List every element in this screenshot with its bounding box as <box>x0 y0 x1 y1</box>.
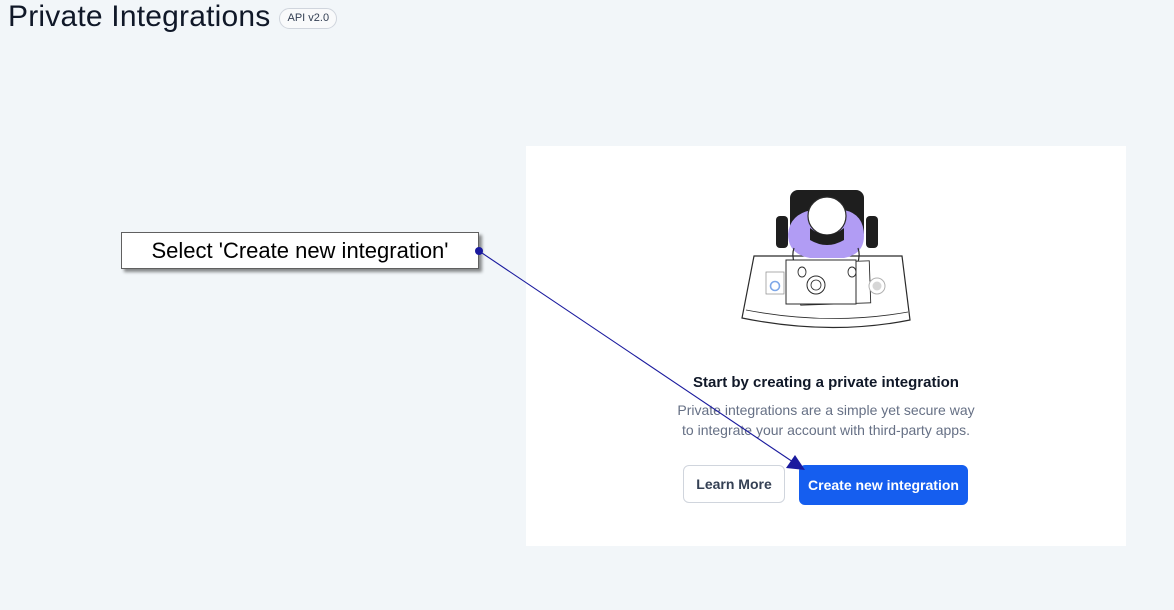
learn-more-button[interactable]: Learn More <box>683 465 785 503</box>
empty-state-description-line-2: to integrate your account with third-par… <box>682 422 970 438</box>
empty-state-description: Private integrations are a simple yet se… <box>526 400 1126 440</box>
empty-state-card: Start by creating a private integration … <box>526 146 1126 546</box>
create-new-integration-button[interactable]: Create new integration <box>799 465 968 505</box>
page-header: Private Integrations API v2.0 <box>8 0 338 34</box>
page-title: Private Integrations <box>8 0 271 33</box>
api-version-badge: API v2.0 <box>279 7 338 29</box>
instruction-callout: Select 'Create new integration' <box>121 232 479 269</box>
person-at-desk-illustration <box>741 190 911 329</box>
empty-state-description-line-1: Private integrations are a simple yet se… <box>677 402 975 418</box>
empty-state-title: Start by creating a private integration <box>693 374 959 391</box>
